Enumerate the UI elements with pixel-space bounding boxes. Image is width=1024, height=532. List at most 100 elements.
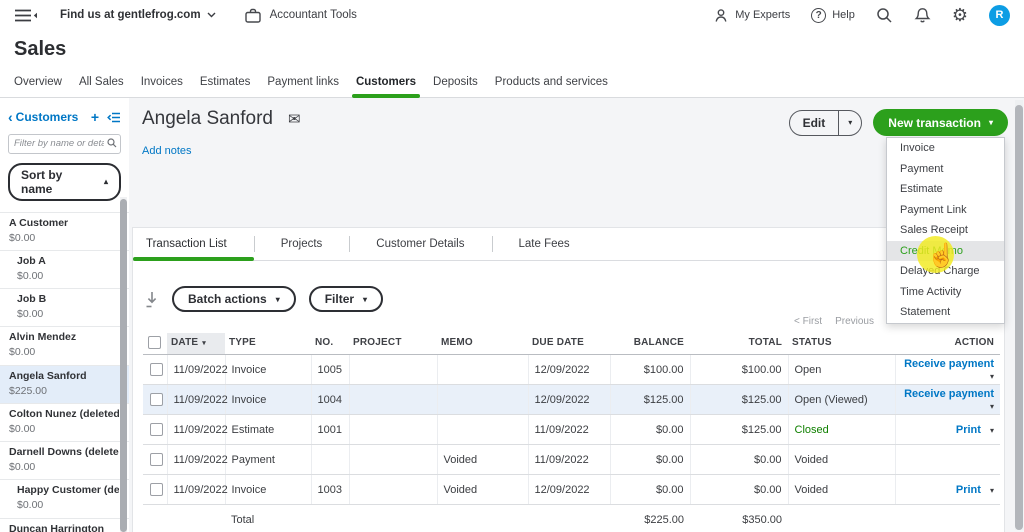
collapse-list-icon[interactable]	[107, 112, 121, 123]
customer-balance: $0.00	[17, 499, 44, 512]
select-all-checkbox[interactable]	[148, 336, 161, 349]
transaction-row[interactable]: 11/09/2022 Payment Voided 11/09/2022 $0.…	[143, 444, 1000, 475]
row-checkbox-cell	[143, 444, 167, 475]
main-tab[interactable]: Overview	[14, 74, 62, 97]
email-envelope-icon[interactable]: ✉	[288, 110, 301, 128]
add-notes-link[interactable]: Add notes	[142, 145, 301, 157]
cell-memo: Voided	[436, 474, 528, 505]
column-header-date[interactable]: DATE ▾	[167, 333, 225, 355]
customer-name: Job B	[17, 293, 47, 305]
page-title: Sales	[14, 38, 67, 60]
pagination-first[interactable]: < First	[794, 316, 822, 327]
column-header-memo[interactable]: MEMO	[437, 333, 528, 355]
customer-name-row: Angela Sanford ✉	[142, 108, 301, 130]
row-checkbox[interactable]	[150, 483, 163, 496]
edit-dropdown-caret[interactable]: ▾	[838, 110, 861, 135]
column-header-status[interactable]: STATUS	[788, 333, 895, 355]
cell-type: Invoice	[224, 354, 311, 385]
column-header-due-date[interactable]: DUE DATE	[528, 333, 610, 355]
action-caret-icon[interactable]: ▾	[990, 372, 994, 381]
row-action-link[interactable]: Print	[956, 484, 981, 496]
back-to-customers-link[interactable]: ‹ Customers	[8, 110, 78, 124]
customer-list-item[interactable]: Alvin Mendez $0.00	[0, 327, 129, 366]
row-checkbox[interactable]	[150, 423, 163, 436]
briefcase-icon	[244, 7, 262, 24]
transaction-row[interactable]: 11/09/2022 Invoice 1005 12/09/2022 $100.…	[143, 354, 1000, 385]
row-action-link[interactable]: Print	[956, 424, 981, 436]
edit-button[interactable]: Edit ▾	[788, 109, 863, 136]
transaction-row[interactable]: 11/09/2022 Estimate 1001 11/09/2022 $0.0…	[143, 414, 1000, 445]
export-icon[interactable]	[145, 291, 159, 308]
accountant-tools-button[interactable]: Accountant Tools	[270, 9, 357, 21]
sort-by-name-button[interactable]: Sort by name ▴	[8, 162, 121, 201]
customer-list-item[interactable]: Darnell Downs (deleted) $0.00	[0, 442, 129, 481]
main-tab[interactable]: Payment links	[267, 74, 339, 97]
customer-list-item[interactable]: Angela Sanford $225.00	[0, 365, 129, 404]
transaction-menu-item[interactable]: Payment	[887, 159, 1004, 180]
customer-list-item[interactable]: Job A $0.00	[0, 251, 129, 289]
column-header-no[interactable]: NO.	[311, 333, 349, 355]
customer-filter-input[interactable]	[8, 133, 121, 154]
batch-actions-button[interactable]: Batch actions ▾	[172, 286, 296, 312]
row-checkbox[interactable]	[150, 363, 163, 376]
header-checkbox-cell	[143, 333, 167, 355]
detail-tab[interactable]: Late Fees	[491, 228, 597, 260]
avatar[interactable]: R	[989, 4, 1010, 26]
detail-tab[interactable]: Projects	[253, 228, 350, 260]
sidebar-scrollbar-thumb[interactable]	[120, 199, 127, 532]
action-caret-icon[interactable]: ▾	[990, 486, 994, 495]
row-action-link[interactable]: Receive payment	[904, 388, 994, 400]
customer-list-item[interactable]: Colton Nunez (deleted) $0.00	[0, 404, 129, 442]
customer-list-item[interactable]: A Customer $0.00	[0, 213, 129, 251]
my-experts-button[interactable]: My Experts	[713, 8, 790, 23]
detail-tab[interactable]: Transaction List	[133, 228, 254, 261]
table-header-row: DATE ▾ TYPE NO. PROJECT MEMO DUE DATE BAL…	[143, 333, 1000, 355]
action-caret-icon[interactable]: ▾	[990, 426, 994, 435]
row-checkbox[interactable]	[150, 453, 163, 466]
quickbooks-sales-page: Find us at gentlefrog.com Accountant Too…	[0, 0, 1024, 532]
action-caret-icon[interactable]: ▾	[990, 402, 994, 411]
transaction-row[interactable]: 11/09/2022 Invoice 1003 Voided 12/09/202…	[143, 474, 1000, 505]
new-transaction-button[interactable]: New transaction ▾	[873, 109, 1008, 136]
transaction-menu-item[interactable]: Payment Link	[887, 200, 1004, 221]
transaction-row[interactable]: 11/09/2022 Invoice 1004 12/09/2022 $125.…	[143, 384, 1000, 415]
column-header-project[interactable]: PROJECT	[349, 333, 437, 355]
company-menu[interactable]: Find us at gentlefrog.com	[60, 9, 216, 21]
column-header-total[interactable]: TOTAL	[690, 333, 788, 355]
column-header-type[interactable]: TYPE	[225, 333, 311, 355]
cell-action: Receive payment ▾	[894, 354, 1000, 385]
transaction-menu-item[interactable]: Time Activity	[887, 282, 1004, 303]
search-icon[interactable]	[876, 7, 893, 24]
main-tab[interactable]: Invoices	[141, 74, 183, 97]
transaction-menu-item[interactable]: Statement	[887, 302, 1004, 323]
page-scrollbar-thumb[interactable]	[1015, 105, 1023, 530]
gear-icon[interactable]: ⚙	[952, 6, 968, 24]
customer-list-item[interactable]: Job B $0.00	[0, 289, 129, 328]
pagination-previous[interactable]: Previous	[835, 316, 874, 327]
column-header-balance[interactable]: BALANCE	[610, 333, 690, 355]
row-action-link[interactable]: Receive payment	[904, 358, 994, 370]
my-experts-label: My Experts	[735, 9, 791, 21]
customer-list-item[interactable]: Duncan Harrington $0.00	[0, 519, 129, 532]
notifications-bell-icon[interactable]	[914, 7, 931, 24]
cell-date: 11/09/2022	[166, 414, 228, 445]
transaction-menu-item[interactable]: Estimate	[887, 179, 1004, 200]
cell-memo	[436, 414, 528, 445]
help-button[interactable]: ? Help	[811, 7, 855, 23]
transaction-menu-item[interactable]: Invoice	[887, 138, 1004, 159]
main-tab[interactable]: All Sales	[79, 74, 124, 97]
filter-button[interactable]: Filter ▾	[308, 286, 384, 312]
row-checkbox[interactable]	[150, 393, 163, 406]
detail-tab[interactable]: Customer Details	[349, 228, 491, 260]
transaction-menu-item[interactable]: Sales Receipt	[887, 220, 1004, 241]
add-customer-icon[interactable]: +	[91, 110, 99, 124]
customer-list-item[interactable]: Happy Customer (delet $0.00	[0, 480, 129, 519]
main-tab[interactable]: Products and services	[495, 74, 608, 97]
sidebar-scrollbar[interactable]	[120, 197, 127, 532]
hamburger-menu-icon[interactable]	[14, 9, 38, 22]
page-scrollbar[interactable]	[1015, 100, 1023, 530]
main-tab[interactable]: Deposits	[433, 74, 478, 97]
main-tab[interactable]: Customers	[351, 74, 421, 98]
cell-total: $0.00	[689, 474, 788, 505]
main-tab[interactable]: Estimates	[200, 74, 251, 97]
